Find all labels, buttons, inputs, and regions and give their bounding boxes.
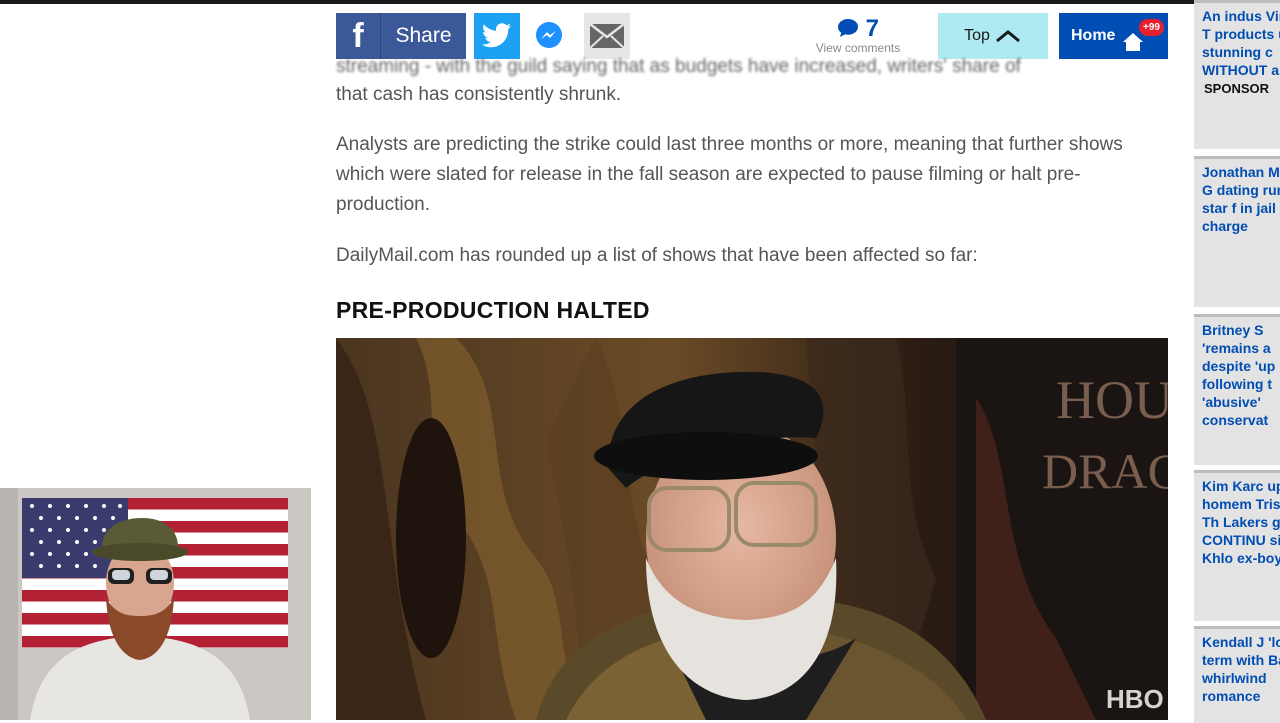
article-paragraph-3: DailyMail.com has rounded up a list of s…	[336, 245, 978, 266]
home-icon	[1123, 33, 1143, 51]
sidebar-item-4[interactable]: Kim Karc up homem Tristan Th Lakers ga C…	[1194, 470, 1280, 621]
sidebar-item-2[interactable]: Jonathan Meagan G dating rum Man star f …	[1194, 156, 1280, 307]
sponsored-label: SPONSOR	[1204, 81, 1270, 96]
view-comments-label: View comments	[815, 41, 901, 55]
home-notification-badge: +99	[1139, 19, 1164, 36]
sidebar-item-5[interactable]: Kendall J 'long-term with Bad B whirlwin…	[1194, 626, 1280, 723]
view-comments-button[interactable]: 7 View comments	[802, 15, 914, 59]
email-share-button[interactable]	[584, 13, 630, 59]
twitter-icon	[482, 23, 511, 48]
messenger-share-button[interactable]	[532, 19, 566, 53]
article-paragraph-1: that cash has consistently shrunk.	[336, 84, 622, 105]
poster-title-1: HOUSE	[1056, 370, 1168, 430]
sidebar-item-4-text: Kim Karc up homem Tristan Th Lakers ga C…	[1202, 478, 1280, 566]
hbo-logo: HBO	[1106, 684, 1164, 714]
webcam-overlay	[0, 488, 311, 720]
messenger-icon	[536, 22, 562, 48]
article-photo[interactable]: HOUSE DRAGON HBO	[336, 338, 1168, 720]
webcam-illustration	[0, 488, 311, 720]
photo-illustration: HOUSE DRAGON HBO	[336, 338, 1168, 720]
comment-bubble-icon	[837, 19, 858, 37]
back-to-top-button[interactable]: Top	[938, 13, 1048, 59]
facebook-icon: f	[336, 13, 381, 59]
sidebar-item-3[interactable]: Britney S 'remains a despite 'up followi…	[1194, 314, 1280, 465]
facebook-share-label: Share	[395, 24, 452, 47]
sidebar-item-1-text: An indus Virtually T products u stunning…	[1202, 8, 1280, 78]
chevron-up-icon	[995, 30, 1020, 43]
email-icon	[589, 23, 625, 49]
sidebar-item-3-text: Britney S 'remains a despite 'up followi…	[1202, 322, 1276, 428]
poster-title-2: DRAGON	[1042, 443, 1168, 499]
sidebar-item-2-text: Jonathan Meagan G dating rum Man star f …	[1202, 164, 1280, 234]
sidebar: An indus Virtually T products u stunning…	[1194, 0, 1280, 723]
article-cut-line: streaming - with the guild saying that a…	[336, 56, 1021, 77]
section-heading: PRE-PRODUCTION HALTED	[336, 297, 650, 323]
top-label: Top	[964, 27, 990, 44]
sidebar-item-1[interactable]: An indus Virtually T products u stunning…	[1194, 0, 1280, 149]
sidebar-item-5-text: Kendall J 'long-term with Bad B whirlwin…	[1202, 634, 1280, 704]
facebook-share-button[interactable]: f Share	[336, 13, 466, 59]
home-button[interactable]: Home +99	[1059, 13, 1168, 59]
comments-count: 7	[865, 15, 880, 42]
share-bar: f Share 7 View comments Top Home +99	[336, 13, 1168, 59]
article-paragraph-2: Analysts are predicting the strike could…	[336, 134, 1123, 215]
home-label: Home	[1071, 27, 1116, 44]
top-border	[0, 0, 1280, 4]
twitter-share-button[interactable]	[474, 13, 520, 59]
